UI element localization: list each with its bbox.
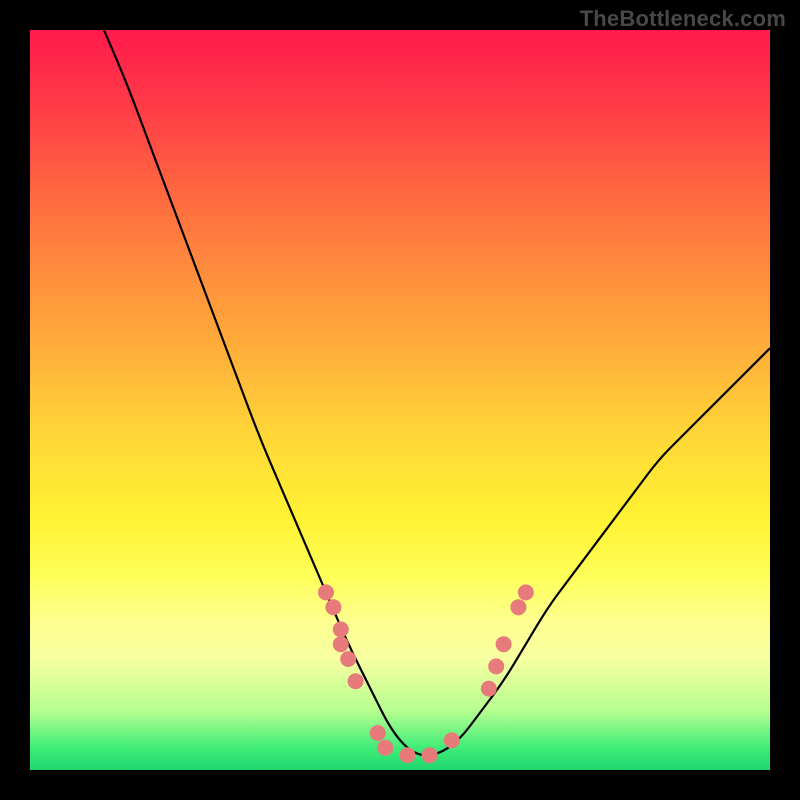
highlighted-points-group: [318, 584, 534, 763]
watermark-text: TheBottleneck.com: [580, 6, 786, 32]
highlight-dot: [444, 732, 460, 748]
curve-svg: [30, 30, 770, 770]
highlight-dot: [325, 599, 341, 615]
highlight-dot: [318, 584, 334, 600]
bottleneck-curve: [104, 30, 770, 755]
highlight-dot: [370, 725, 386, 741]
highlight-dot: [399, 747, 415, 763]
plot-area: [30, 30, 770, 770]
highlight-dot: [496, 636, 512, 652]
highlight-dot: [340, 651, 356, 667]
chart-frame: TheBottleneck.com: [0, 0, 800, 800]
highlight-dot: [518, 584, 534, 600]
highlight-dot: [333, 636, 349, 652]
highlight-dot: [488, 658, 504, 674]
highlight-dot: [422, 747, 438, 763]
highlight-dot: [510, 599, 526, 615]
highlight-dot: [348, 673, 364, 689]
highlight-dot: [481, 681, 497, 697]
highlight-dot: [377, 740, 393, 756]
highlight-dot: [333, 621, 349, 637]
